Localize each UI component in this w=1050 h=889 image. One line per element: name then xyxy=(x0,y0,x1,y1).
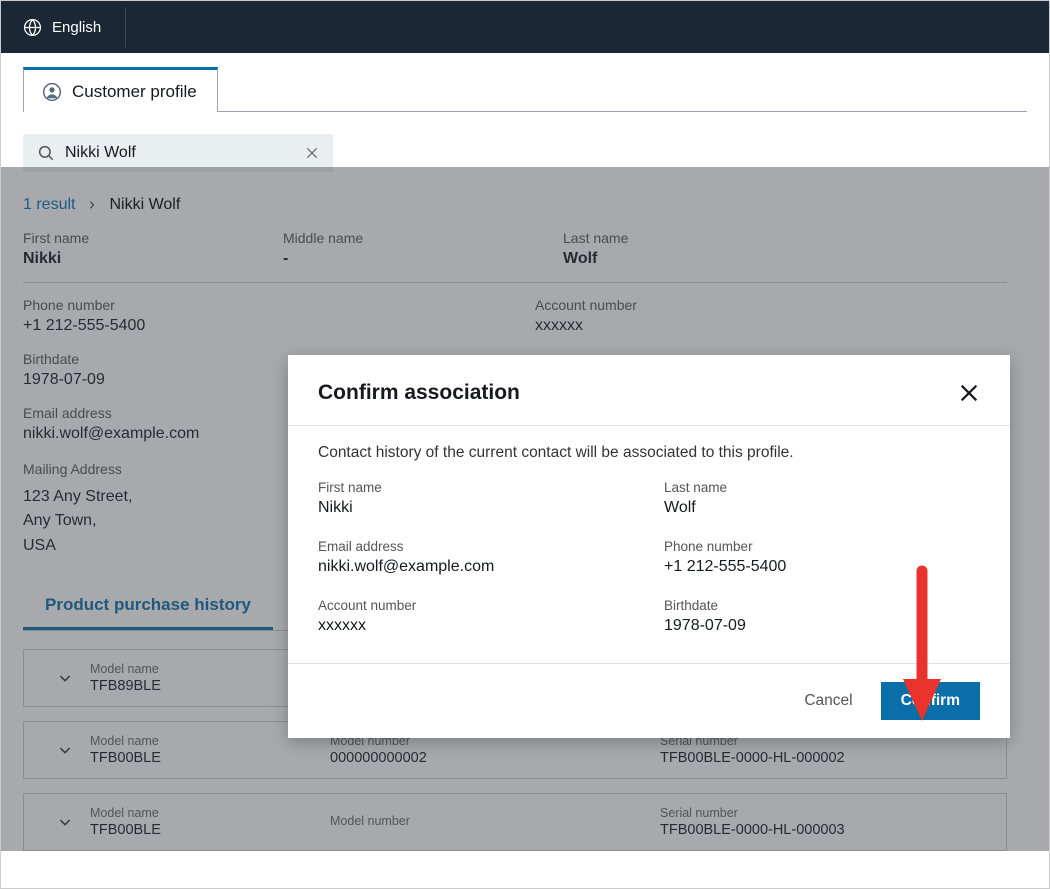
close-icon[interactable] xyxy=(305,146,319,160)
dlg-phone-value: +1 212-555-5400 xyxy=(664,558,980,576)
tab-label: Customer profile xyxy=(72,82,197,102)
top-bar: English xyxy=(1,1,1049,53)
close-icon[interactable] xyxy=(958,382,980,404)
dialog-fields: First name Nikki Last name Wolf Email ad… xyxy=(318,480,980,663)
dlg-birthdate-value: 1978-07-09 xyxy=(664,617,980,635)
dialog-footer: Cancel Confirm xyxy=(288,663,1010,738)
dlg-phone-label: Phone number xyxy=(664,539,980,554)
person-icon xyxy=(42,82,62,102)
dlg-account-label: Account number xyxy=(318,598,634,613)
confirm-association-dialog: Confirm association Contact history of t… xyxy=(288,355,1010,738)
dlg-email: Email address nikki.wolf@example.com xyxy=(318,539,634,576)
dlg-first-name-label: First name xyxy=(318,480,634,495)
dlg-first-name-value: Nikki xyxy=(318,499,634,517)
search-value: Nikki Wolf xyxy=(65,144,295,162)
dlg-first-name: First name Nikki xyxy=(318,480,634,517)
dlg-phone: Phone number +1 212-555-5400 xyxy=(664,539,980,576)
dlg-email-label: Email address xyxy=(318,539,634,554)
globe-icon xyxy=(23,18,42,37)
dlg-last-name-value: Wolf xyxy=(664,499,980,517)
dialog-header: Confirm association xyxy=(288,355,1010,425)
confirm-button-label: Confirm xyxy=(901,692,960,709)
topbar-divider xyxy=(125,7,126,47)
language-label: English xyxy=(52,19,101,36)
language-selector[interactable]: English xyxy=(23,18,101,37)
dlg-account: Account number xxxxxx xyxy=(318,598,634,635)
dlg-account-value: xxxxxx xyxy=(318,617,634,635)
dialog-message: Contact history of the current contact w… xyxy=(318,444,980,462)
dlg-last-name: Last name Wolf xyxy=(664,480,980,517)
dlg-birthdate-label: Birthdate xyxy=(664,598,980,613)
cancel-button[interactable]: Cancel xyxy=(804,692,852,710)
search-icon xyxy=(37,144,55,162)
tab-customer-profile[interactable]: Customer profile xyxy=(23,67,218,112)
dlg-email-value: nikki.wolf@example.com xyxy=(318,558,634,576)
confirm-button[interactable]: Confirm xyxy=(881,682,980,720)
dialog-body: Contact history of the current contact w… xyxy=(288,425,1010,663)
dlg-birthdate: Birthdate 1978-07-09 xyxy=(664,598,980,635)
dialog-title: Confirm association xyxy=(318,381,520,405)
dlg-last-name-label: Last name xyxy=(664,480,980,495)
